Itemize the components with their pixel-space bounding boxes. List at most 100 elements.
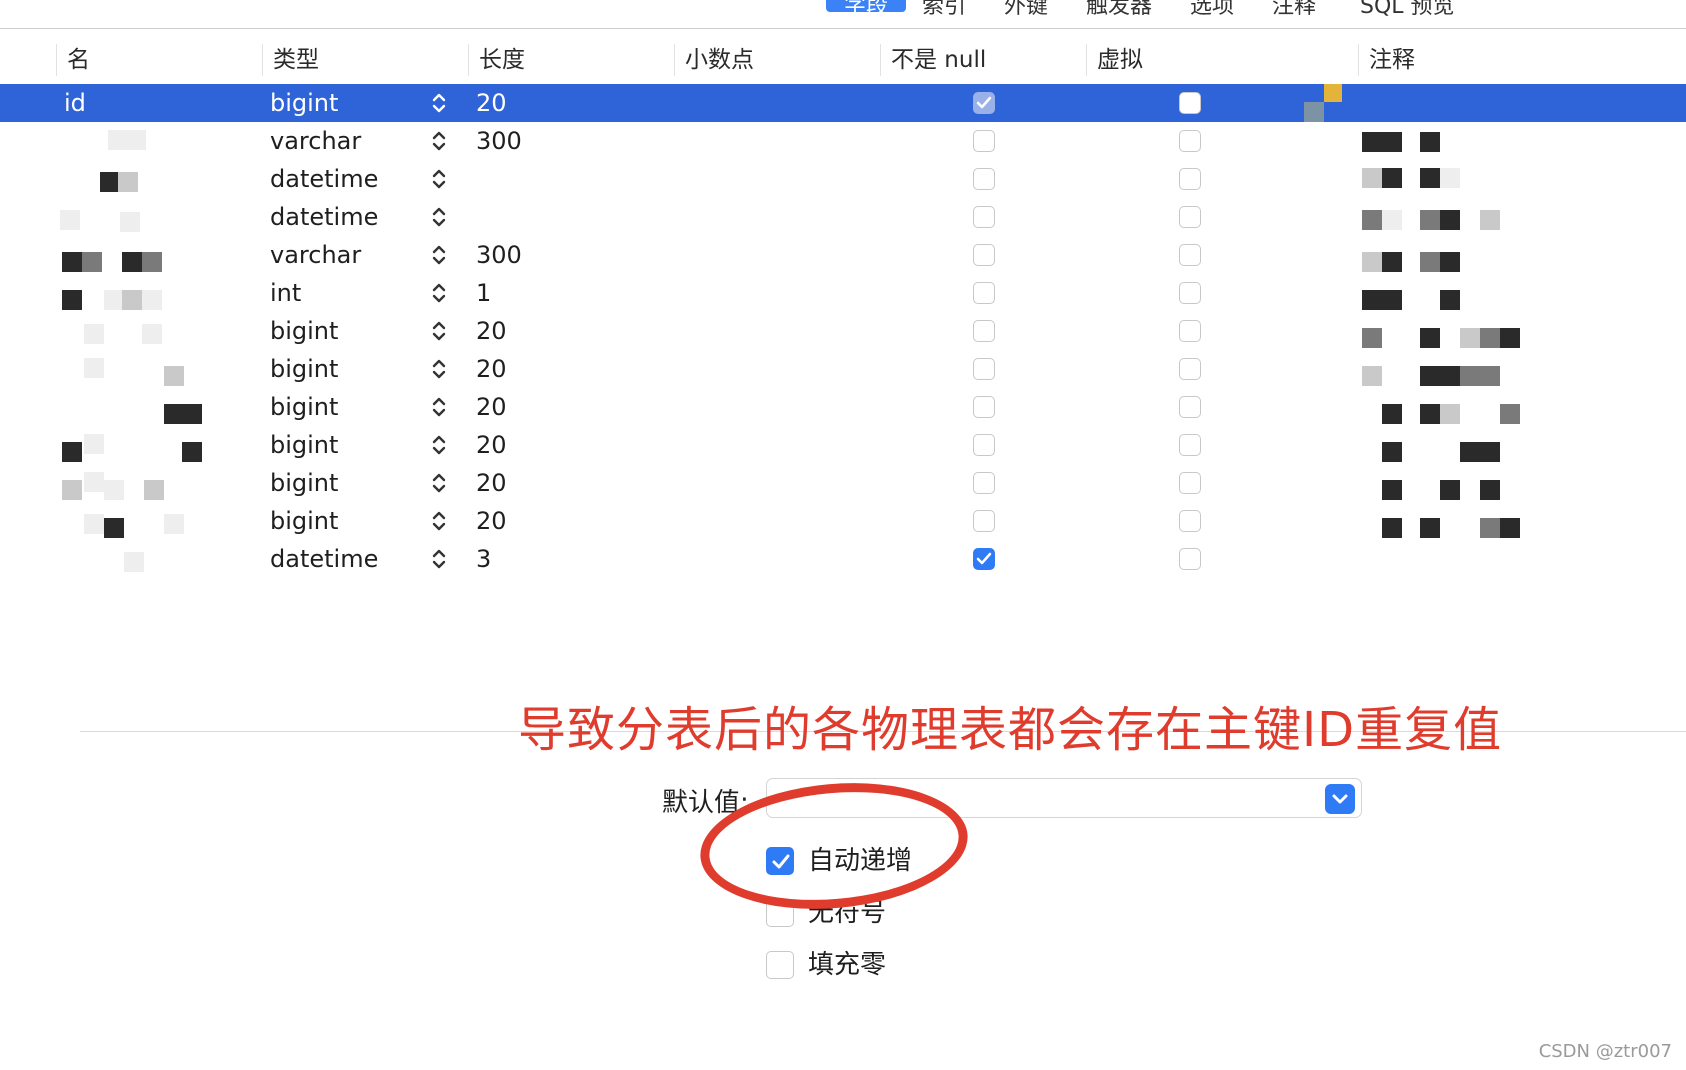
type-stepper-icon[interactable] [430, 548, 448, 570]
column-header-virtual[interactable]: 虚拟 [1086, 44, 1293, 76]
tab-foreign-keys[interactable]: 外键 [1004, 0, 1048, 19]
not-null-checkbox[interactable] [973, 320, 995, 342]
table-row[interactable]: datetime 3 [0, 540, 1686, 578]
virtual-checkbox[interactable] [1179, 510, 1201, 532]
field-length[interactable]: 300 [476, 236, 522, 274]
not-null-checkbox[interactable] [973, 434, 995, 456]
field-type[interactable]: bigint [270, 502, 338, 540]
type-stepper-icon[interactable] [430, 472, 448, 494]
tab-sql-preview[interactable]: SQL 预览 [1360, 0, 1455, 19]
table-row[interactable]: bigint 20 [0, 312, 1686, 350]
table-row[interactable]: bigint 20 [0, 502, 1686, 540]
type-stepper-icon[interactable] [430, 206, 448, 228]
field-type[interactable]: datetime [270, 198, 378, 236]
not-null-checkbox[interactable] [973, 92, 995, 114]
field-type[interactable]: varchar [270, 122, 361, 160]
tab-options[interactable]: 选项 [1190, 0, 1234, 19]
column-header-length[interactable]: 长度 [468, 44, 675, 76]
column-header-comment[interactable]: 注释 [1358, 44, 1579, 76]
field-length[interactable]: 20 [476, 84, 507, 122]
field-type[interactable]: int [270, 274, 301, 312]
type-stepper-icon[interactable] [430, 358, 448, 380]
mosaic-pixel [84, 324, 104, 344]
type-stepper-icon[interactable] [430, 130, 448, 152]
field-length[interactable]: 20 [476, 464, 507, 502]
mosaic-pixel [1440, 404, 1460, 424]
not-null-checkbox[interactable] [973, 130, 995, 152]
virtual-checkbox[interactable] [1179, 396, 1201, 418]
tab-comment[interactable]: 注释 [1272, 0, 1316, 19]
virtual-checkbox[interactable] [1179, 282, 1201, 304]
type-stepper-icon[interactable] [430, 434, 448, 456]
field-length[interactable]: 20 [476, 388, 507, 426]
field-type[interactable]: bigint [270, 426, 338, 464]
column-header-decimals[interactable]: 小数点 [674, 44, 881, 76]
virtual-checkbox[interactable] [1179, 244, 1201, 266]
table-row[interactable]: bigint 20 [0, 350, 1686, 388]
mosaic-pixel [1440, 210, 1460, 230]
field-length[interactable]: 20 [476, 350, 507, 388]
zerofill-checkbox[interactable] [766, 951, 794, 979]
type-stepper-icon[interactable] [430, 244, 448, 266]
virtual-checkbox[interactable] [1179, 472, 1201, 494]
field-type[interactable]: datetime [270, 540, 378, 578]
not-null-checkbox[interactable] [973, 358, 995, 380]
virtual-checkbox[interactable] [1179, 130, 1201, 152]
column-header-type[interactable]: 类型 [262, 44, 469, 76]
table-row[interactable]: bigint 20 [0, 464, 1686, 502]
not-null-checkbox[interactable] [973, 168, 995, 190]
column-header-not-null[interactable]: 不是 null [880, 44, 1087, 76]
field-type[interactable]: bigint [270, 312, 338, 350]
not-null-checkbox[interactable] [973, 206, 995, 228]
mosaic-pixel [108, 130, 128, 150]
not-null-checkbox[interactable] [973, 244, 995, 266]
virtual-checkbox[interactable] [1179, 206, 1201, 228]
type-stepper-icon[interactable] [430, 510, 448, 532]
field-length[interactable]: 20 [476, 312, 507, 350]
virtual-checkbox[interactable] [1179, 168, 1201, 190]
table-row[interactable]: int 1 [0, 274, 1686, 312]
field-name[interactable]: id [64, 84, 86, 122]
not-null-checkbox[interactable] [973, 282, 995, 304]
tab-fields[interactable]: 字段 [826, 0, 907, 19]
mosaic-pixel [84, 472, 104, 492]
field-type[interactable]: bigint [270, 388, 338, 426]
table-row[interactable]: datetime [0, 198, 1686, 236]
table-row[interactable]: datetime [0, 160, 1686, 198]
mosaic-pixel [1480, 210, 1500, 230]
not-null-checkbox[interactable] [973, 510, 995, 532]
type-stepper-icon[interactable] [430, 92, 448, 114]
tab-indexes[interactable]: 索引 [922, 0, 966, 19]
field-type[interactable]: datetime [270, 160, 378, 198]
field-length[interactable]: 20 [476, 426, 507, 464]
column-header-name[interactable]: 名 [56, 44, 263, 76]
field-length[interactable]: 1 [476, 274, 491, 312]
field-type[interactable]: varchar [270, 236, 361, 274]
option-zerofill[interactable]: 填充零 [766, 944, 886, 980]
field-length[interactable]: 300 [476, 122, 522, 160]
virtual-checkbox[interactable] [1179, 358, 1201, 380]
virtual-checkbox[interactable] [1179, 320, 1201, 342]
not-null-checkbox[interactable] [973, 472, 995, 494]
field-length[interactable]: 3 [476, 540, 491, 578]
virtual-checkbox[interactable] [1179, 548, 1201, 570]
not-null-checkbox[interactable] [973, 548, 995, 570]
type-stepper-icon[interactable] [430, 396, 448, 418]
type-stepper-icon[interactable] [430, 282, 448, 304]
field-length[interactable]: 20 [476, 502, 507, 540]
table-row[interactable]: varchar 300 [0, 236, 1686, 274]
type-stepper-icon[interactable] [430, 168, 448, 190]
virtual-checkbox[interactable] [1179, 434, 1201, 456]
field-type[interactable]: bigint [270, 464, 338, 502]
table-row[interactable]: varchar 300 [0, 122, 1686, 160]
not-null-checkbox[interactable] [973, 396, 995, 418]
chevron-down-icon[interactable] [1325, 784, 1355, 814]
type-stepper-icon[interactable] [430, 320, 448, 342]
field-type[interactable]: bigint [270, 350, 338, 388]
virtual-checkbox[interactable] [1179, 92, 1201, 114]
table-row[interactable]: bigint 20 [0, 426, 1686, 464]
field-type[interactable]: bigint [270, 84, 338, 122]
tab-triggers[interactable]: 触发器 [1086, 0, 1152, 19]
table-row[interactable]: bigint 20 [0, 388, 1686, 426]
table-row[interactable]: id bigint 20 [0, 84, 1686, 122]
